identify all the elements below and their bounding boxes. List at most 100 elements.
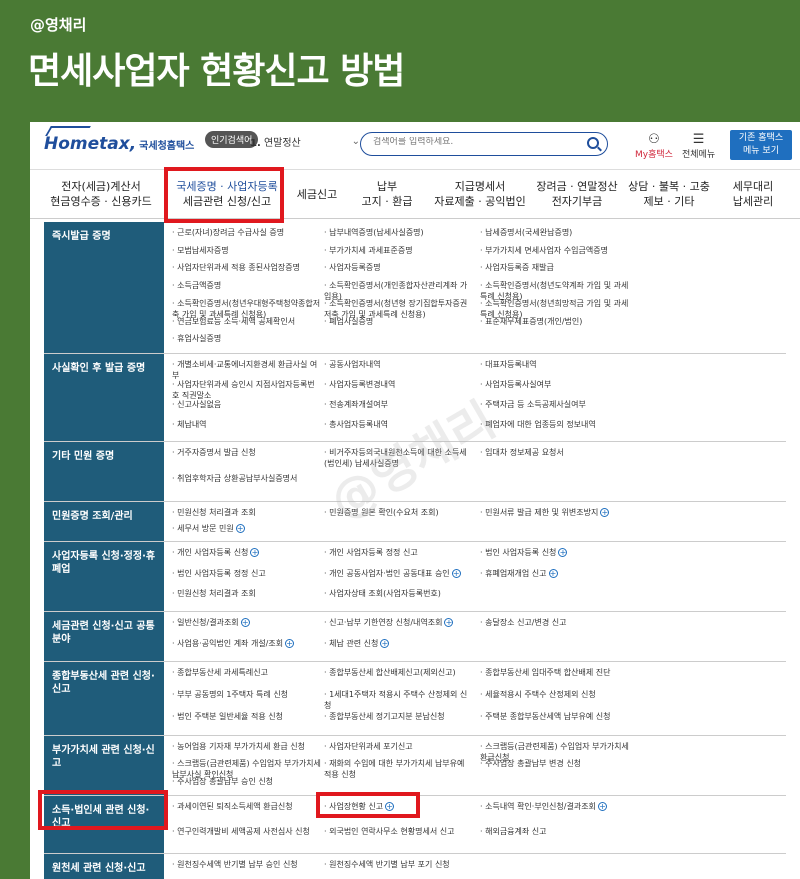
menu-link[interactable]: 근로(자녀)장려금 수급사실 증명 — [172, 227, 322, 238]
menu-link[interactable]: 종합부동산세 과세특례신고 — [172, 667, 322, 678]
menu-link[interactable]: 공동사업자내역 — [324, 359, 474, 370]
menu-link[interactable]: 종합부동산세 임대주택 합산배제 진단 — [480, 667, 630, 678]
menu-link[interactable]: 세무서 방문 민원+ — [172, 523, 322, 534]
nav-item-5[interactable]: 장려금 · 연말정산 전자기부금 — [532, 179, 622, 209]
menu-link[interactable]: 주사업장 총괄납부 승인 신청 — [172, 776, 322, 787]
menu-link[interactable]: 종합부동산세 합산배제신고(제외신고) — [324, 667, 474, 678]
menu-link[interactable]: 납세증명서(국세완납증명) — [480, 227, 630, 238]
menu-link[interactable]: 개인 공동사업자·법인 공동대표 승인+ — [324, 568, 474, 579]
menu-link[interactable]: 신고사실없음 — [172, 399, 322, 410]
hometax-logo[interactable]: Hometax, 국세청홈택스 — [44, 134, 194, 154]
menu-link[interactable]: 종합부동산세 정기고지분 분납신청 — [324, 711, 474, 722]
menu-link[interactable]: 사업자등록증 재발급 — [480, 262, 630, 273]
menu-link[interactable]: 주사업장 총괄납부 변경 신청 — [480, 758, 630, 769]
menu-link[interactable]: 표준재무제표증명(개인/법인) — [480, 316, 630, 327]
menu-link[interactable]: 사업용·공익법인 계좌 개설/조회+ — [172, 638, 322, 649]
row-heading[interactable]: 종합부동산세 관련 신청·신고 — [44, 662, 164, 735]
nav-item-4[interactable]: 지급명세서 자료제출 · 공익법인 — [430, 179, 530, 209]
menu-link[interactable]: 민원신청 처리결과 조회 — [172, 507, 322, 518]
row-heading[interactable]: 즉시발급 증명 — [44, 222, 164, 353]
menu-link[interactable]: 모범납세자증명 — [172, 245, 322, 256]
menu-link[interactable]: 원천징수세액 반기별 납부 승인 신청 — [172, 859, 322, 870]
menu-link[interactable]: 사업자단위과세 포기신고 — [324, 741, 474, 752]
search-icon[interactable] — [587, 137, 599, 149]
row-heading[interactable]: 사실확인 후 발급 증명 — [44, 354, 164, 441]
menu-link[interactable]: 부가가치세 면세사업자 수입금액증명 — [480, 245, 630, 256]
nav-item-7[interactable]: 세무대리 납세관리 — [718, 179, 788, 209]
menu-link[interactable]: 법인 사업자등록 정정 신고 — [172, 568, 322, 579]
nav-item-label: 세금신고 — [296, 188, 338, 201]
menu-link[interactable]: 사업자단위과세 적용 종된사업장증명 — [172, 262, 322, 273]
menu-link[interactable]: 대표자등록내역 — [480, 359, 630, 370]
menu-link[interactable]: 사업자상태 조회(사업자등록번호) — [324, 588, 474, 599]
row-heading[interactable]: 기타 민원 증명 — [44, 442, 164, 501]
row-heading[interactable]: 민원증명 조회/관리 — [44, 502, 164, 541]
menu-link[interactable]: 취업후학자금 상환공납부사실증명서 — [172, 473, 322, 484]
menu-link[interactable]: 연금보험료등 소득·세액 공제확인서 — [172, 316, 322, 327]
menu-link[interactable]: 휴폐업재개업 신고+ — [480, 568, 630, 579]
myhometax-button[interactable]: ⚇ My홈택스 — [635, 132, 673, 160]
menu-link[interactable]: 사업자등록사실여부 — [480, 379, 630, 390]
menu-link[interactable]: 민원신청 처리결과 조회 — [172, 588, 322, 599]
menu-link[interactable]: 부부 공동명의 1주택자 특례 신청 — [172, 689, 322, 700]
expand-plus-icon[interactable]: + — [250, 548, 260, 557]
expand-plus-icon[interactable]: + — [558, 548, 568, 557]
nav-item-2[interactable]: 세금신고 — [292, 187, 342, 202]
expand-plus-icon[interactable]: + — [451, 568, 461, 578]
menu-link[interactable]: 체납 관련 신청+ — [324, 638, 474, 649]
menu-link[interactable]: 민원서류 발급 제한 및 위변조방지+ — [480, 507, 630, 518]
menu-link[interactable]: 송달장소 신고/변경 신고 — [480, 617, 630, 628]
expand-plus-icon[interactable]: + — [235, 524, 245, 533]
menu-link[interactable]: 재화의 수입에 대한 부가가치세 납부유예 적용 신청 — [324, 758, 474, 780]
expand-plus-icon[interactable]: + — [240, 618, 250, 627]
popular-keyword-select[interactable]: 1. 연말정산 ⌄ — [250, 134, 360, 156]
menu-link[interactable]: 개별소비세·교통에너지환경세 환급사실 여부 — [172, 359, 322, 381]
menu-link[interactable]: 사업자단위과세 승인시 지점사업자등록번호 직권말소 — [172, 379, 322, 401]
menu-link[interactable]: 법인 주택분 일반세율 적용 신청 — [172, 711, 322, 722]
expand-plus-icon[interactable]: + — [548, 568, 558, 578]
menu-link[interactable]: 연구인력개발비 세액공제 사전심사 신청 — [172, 826, 322, 837]
menu-link[interactable]: 원천징수세액 반기별 납부 포기 신청 — [324, 859, 474, 870]
menu-link[interactable]: 폐업사실증명 — [324, 316, 474, 327]
menu-link[interactable]: 임대차 정보제공 요청서 — [480, 447, 630, 458]
row-heading[interactable]: 세금관련 신청·신고 공통분야 — [44, 612, 164, 661]
row-heading[interactable]: 원천세 관련 신청·신고 — [44, 854, 164, 879]
menu-link[interactable]: 1세대1주택자 적용시 주택수 산정제외 신청 — [324, 689, 474, 711]
nav-item-3[interactable]: 납부 고지 · 환급 — [348, 179, 426, 209]
menu-link[interactable]: 사업자등록변경내역 — [324, 379, 474, 390]
nav-item-0[interactable]: 전자(세금)계산서 현금영수증 · 신용카드 — [36, 179, 166, 209]
menu-link[interactable]: 일반신청/결과조회+ — [172, 617, 322, 628]
search-input[interactable] — [373, 137, 573, 147]
menu-link[interactable]: 과세이연된 퇴직소득세액 환급신청 — [172, 801, 322, 812]
expand-plus-icon[interactable]: + — [285, 639, 295, 648]
menu-link[interactable]: 외국법인 연락사무소 현황명세서 신고 — [324, 826, 474, 837]
menu-link[interactable]: 폐업자에 대한 업종등의 정보내역 — [480, 419, 630, 430]
menu-link[interactable]: 신고·납부 기한연장 신청/내역조회+ — [324, 617, 474, 628]
expand-plus-icon[interactable]: + — [597, 802, 607, 811]
menu-link[interactable]: 체납내역 — [172, 419, 322, 430]
menu-link[interactable]: 법인 사업자등록 신청+ — [480, 547, 630, 558]
menu-link[interactable]: 주택분 종합부동산세액 납부유예 신청 — [480, 711, 630, 722]
menu-link[interactable]: 주택자금 등 소득공제사실여부 — [480, 399, 630, 410]
nav-item-6[interactable]: 상담 · 불복 · 고충 제보 · 기타 — [624, 179, 714, 209]
expand-plus-icon[interactable]: + — [380, 639, 390, 648]
row-heading[interactable]: 부가가치세 관련 신청·신고 — [44, 736, 164, 795]
menu-link[interactable]: 휴업사실증명 — [172, 333, 322, 344]
menu-link[interactable]: 해외금융계좌 신고 — [480, 826, 630, 837]
menu-link[interactable]: 개인 사업자등록 정정 신고 — [324, 547, 474, 558]
legacy-menu-button[interactable]: 기존 홈택스 메뉴 보기 — [730, 130, 792, 160]
menu-link[interactable]: 사업자등록증명 — [324, 262, 474, 273]
row-heading[interactable]: 사업자등록 신청·정정·휴폐업 — [44, 542, 164, 611]
all-menu-button[interactable]: ☰ 전체메뉴 — [682, 132, 715, 160]
menu-link[interactable]: 개인 사업자등록 신청+ — [172, 547, 322, 558]
expand-plus-icon[interactable]: + — [600, 508, 610, 517]
menu-link[interactable]: 세율적용시 주택수 산정제외 신청 — [480, 689, 630, 700]
menu-link[interactable]: 소득금액증명 — [172, 280, 322, 291]
menu-link-label: 신고사실없음 — [177, 400, 222, 409]
menu-link[interactable]: 거주자증명서 발급 신청 — [172, 447, 322, 458]
menu-link[interactable]: 소득내역 확인·부인신청/결과조회+ — [480, 801, 630, 812]
menu-link[interactable]: 농어업용 기자재 부가가치세 환급 신청 — [172, 741, 322, 752]
expand-plus-icon[interactable]: + — [444, 618, 454, 627]
menu-link[interactable]: 납부내역증명(납세사실증명) — [324, 227, 474, 238]
menu-link[interactable]: 부가가치세 과세표준증명 — [324, 245, 474, 256]
